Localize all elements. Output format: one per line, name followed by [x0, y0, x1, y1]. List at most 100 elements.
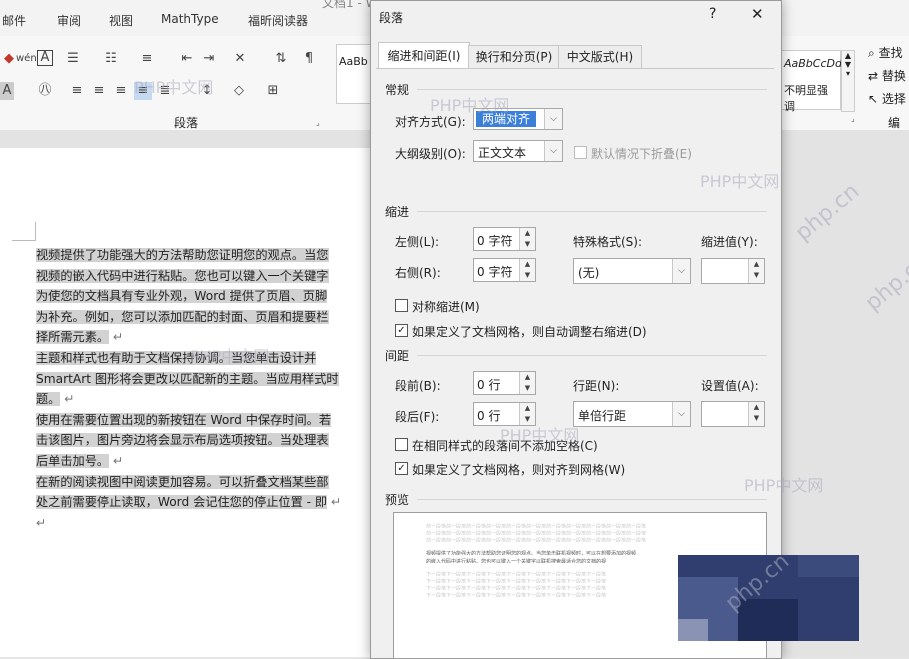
tab-foxit[interactable]: 福昕阅读器 [248, 12, 308, 29]
bullets-icon[interactable]: ☰ [64, 50, 82, 68]
selected-text: 择所需元素。 [36, 330, 110, 345]
spin-buttons[interactable]: ▲ ▼ [519, 372, 535, 394]
alignment-value: 两端对齐 [476, 111, 537, 127]
collapse-checkbox[interactable] [574, 146, 587, 159]
tab-review[interactable]: 审阅 [57, 12, 81, 29]
styles-dialog-launcher-icon[interactable]: ⌟ [851, 114, 855, 123]
line-spacing-select[interactable]: 单倍行距 ⌵ [573, 401, 691, 427]
tab-mathtype[interactable]: MathType [161, 12, 219, 26]
document-line[interactable]: 视频的嵌入代码中进行粘贴。您也可以键入一个关键字 [36, 266, 386, 287]
spin-buttons[interactable]: ▲ ▼ [748, 402, 764, 426]
tab-indents-spacing[interactable]: 缩进和间距(I) [378, 42, 470, 69]
sort-icon[interactable]: ⇅ [272, 50, 290, 68]
char-shading-icon[interactable]: A [0, 82, 14, 100]
phonetic-guide-icon[interactable]: wén [16, 50, 37, 68]
alignment-select[interactable]: 两端对齐 ⌵ [473, 108, 563, 130]
spin-buttons[interactable]: ▲ ▼ [519, 259, 535, 281]
borders-icon[interactable]: ⊞ [264, 82, 282, 100]
preview-divider [417, 499, 767, 500]
enclose-char-icon[interactable]: ㊇ [36, 82, 54, 100]
line-spacing-icon[interactable]: ↕ [198, 82, 216, 100]
align-center-icon[interactable]: ≡ [90, 82, 108, 100]
style-normal[interactable]: AaBb [336, 44, 372, 104]
preview-prev-line: 前一段落前一段落前一段落前一段落前一段落前一段落前一段落前一段落前一段落前一段落… [426, 538, 647, 542]
replace-icon: ⇄ [868, 69, 879, 83]
show-marks-icon[interactable]: ¶ [300, 50, 318, 68]
left-indent-input[interactable]: 0 字符 ▲ ▼ [473, 227, 536, 251]
snap-grid-checkbox[interactable]: ✓ [395, 462, 408, 475]
right-indent-label: 右侧(R): [395, 266, 441, 280]
selected-text: SmartArt 图形将会更改以匹配新的主题。当应用样式时 [36, 371, 339, 386]
document-line[interactable]: 处之前需要停止读取，Word 会记住您的停止位置 - 即 ↵ [36, 492, 386, 513]
close-button[interactable]: ✕ [751, 5, 764, 23]
mirror-indent-label: 对称缩进(M) [412, 300, 480, 314]
spin-buttons[interactable]: ▲ ▼ [519, 228, 535, 250]
document-line[interactable]: 视频提供了功能强大的方法帮助您证明您的观点。当您 [36, 245, 386, 266]
no-space-checkbox[interactable] [395, 438, 408, 451]
styles-scroll[interactable]: ▲ ▼ ▾ [841, 50, 855, 112]
spin-buttons[interactable]: ▲ ▼ [519, 403, 535, 425]
preview-prev-line: 前一段落前一段落前一段落前一段落前一段落前一段落前一段落前一段落前一段落前一段落… [426, 524, 647, 528]
at-label: 设置值(A): [701, 379, 759, 393]
up-arrow-icon: ▲ [753, 260, 760, 268]
document-line[interactable]: 择所需元素。 ↵ [36, 327, 386, 348]
paragraph-mark: ↵ [327, 495, 342, 510]
shading-icon[interactable]: ◇ [230, 82, 248, 100]
cursor-icon: ↖ [868, 92, 879, 106]
find-button[interactable]: ⌕ 查找 [868, 44, 903, 61]
paragraph-dialog-launcher-icon[interactable]: ⌟ [316, 118, 320, 127]
tab-line-page-breaks[interactable]: 换行和分页(P) [468, 45, 560, 68]
selected-text: 后单击加号。 [36, 454, 110, 468]
help-button[interactable]: ? [709, 6, 716, 22]
decrease-indent-icon[interactable]: ⇤ [178, 50, 196, 68]
by-input[interactable]: ▲ ▼ [701, 258, 765, 284]
before-input[interactable]: 0 行 ▲ ▼ [473, 371, 536, 395]
chinese-layout-icon[interactable]: ✕ [231, 50, 249, 68]
document-line[interactable]: 后单击加号。 ↵ [36, 451, 386, 472]
document-line[interactable]: 题。 ↵ [36, 389, 386, 410]
tab-mailings[interactable]: 邮件 [2, 12, 26, 29]
spin-buttons[interactable]: ▲ ▼ [748, 259, 764, 283]
align-right-icon[interactable]: ≡ [112, 82, 130, 100]
tab-divider [376, 68, 774, 69]
paragraph-mark: ↵ [36, 515, 47, 530]
select-button[interactable]: ↖ 选择 [868, 90, 906, 107]
selected-text: 视频提供了功能强大的方法帮助您证明您的观点。当您 [36, 248, 329, 262]
style-subtle-emphasis[interactable]: AaBbCcDd 不明显强调 [781, 50, 842, 113]
align-left-icon[interactable]: ≡ [68, 82, 86, 100]
at-input[interactable]: ▲ ▼ [701, 401, 765, 427]
special-select[interactable]: (无) ⌵ [573, 258, 691, 284]
selected-text: 击该图片，图片旁边将会显示布局选项按钮。当处理表 [36, 433, 329, 448]
down-arrow-icon: ▼ [753, 414, 760, 422]
document-line[interactable]: 为使您的文档具有专业外观，Word 提供了页眉、页脚 [36, 286, 386, 307]
document-line[interactable]: 主题和样式也有助于文档保持协调。当您单击设计并 [36, 348, 386, 369]
line-spacing-label: 行距(N): [573, 379, 620, 393]
auto-adjust-checkbox[interactable]: ✓ [395, 324, 408, 337]
replace-label: 替换 [881, 69, 906, 83]
outline-select[interactable]: 正文文本 ⌵ [473, 140, 563, 162]
distributed-icon[interactable]: ≣ [156, 82, 174, 100]
after-input[interactable]: 0 行 ▲ ▼ [473, 402, 536, 426]
numbering-icon[interactable]: ☷ [102, 50, 120, 68]
document-line[interactable]: 使用在需要位置出现的新按钮在 Word 中保存时间。若 [36, 410, 386, 431]
document-line[interactable]: 为补充。例如，您可以添加匹配的封面、页眉和提要栏 [36, 307, 386, 328]
tab-asian-typography[interactable]: 中文版式(H) [558, 45, 642, 68]
document-line[interactable]: SmartArt 图形将会更改以匹配新的主题。当应用样式时 [36, 369, 386, 390]
selected-text: 使用在需要位置出现的新按钮在 Word 中保存时间。若 [36, 412, 332, 427]
increase-indent-icon[interactable]: ⇥ [200, 50, 218, 68]
justify-icon[interactable]: ≡ [134, 82, 152, 100]
right-indent-input[interactable]: 0 字符 ▲ ▼ [473, 258, 536, 282]
paragraph-mark: ↵ [109, 454, 124, 468]
mirror-indent-checkbox[interactable] [395, 299, 408, 312]
paragraph-mark: ↵ [109, 330, 124, 345]
tab-view[interactable]: 视图 [109, 12, 133, 29]
right-indent-value: 0 字符 [477, 265, 513, 279]
document-line[interactable]: 在新的阅读视图中阅读更加容易。可以折叠文档某些部 [36, 472, 386, 493]
selected-text: 题。 [36, 392, 61, 407]
multilevel-list-icon[interactable]: ≡ [138, 50, 156, 68]
up-arrow-icon: ▲ [524, 404, 531, 412]
document-line[interactable]: 击该图片，图片旁边将会显示布局选项按钮。当处理表 [36, 430, 386, 451]
general-heading: 常规 [385, 83, 410, 97]
replace-button[interactable]: ⇄ 替换 [868, 67, 906, 84]
char-border-icon[interactable]: A [37, 50, 53, 66]
